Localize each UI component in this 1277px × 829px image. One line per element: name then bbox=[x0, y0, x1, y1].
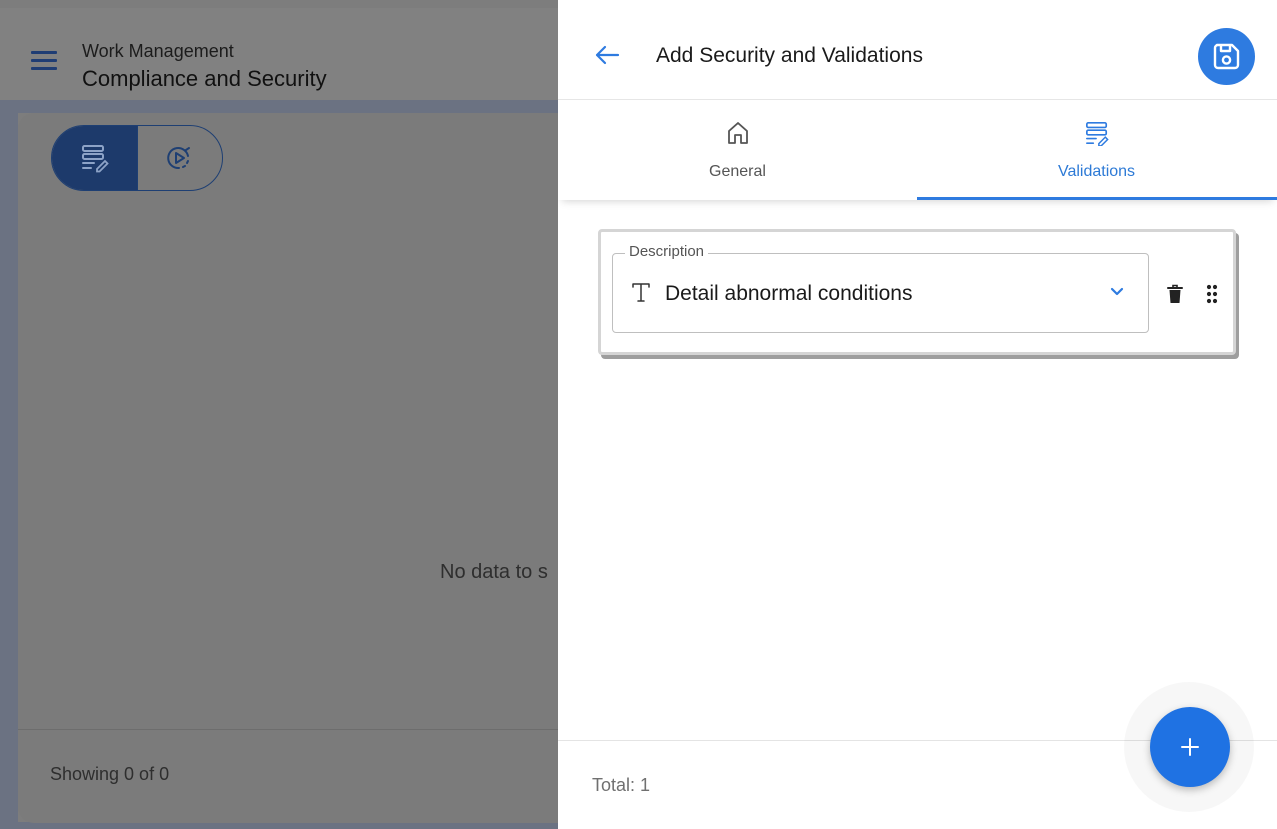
app-subtitle: Work Management bbox=[82, 41, 234, 61]
drag-handle[interactable] bbox=[1206, 284, 1218, 304]
active-tab-indicator bbox=[917, 197, 1277, 200]
tab-bar: General Validations bbox=[558, 100, 1277, 200]
plus-icon bbox=[1181, 738, 1199, 756]
add-validation-button[interactable] bbox=[1150, 707, 1230, 787]
background-frame bbox=[0, 100, 18, 829]
background-frame bbox=[0, 822, 558, 829]
drag-handle-icon bbox=[1206, 284, 1218, 304]
hamburger-menu-icon[interactable] bbox=[31, 45, 59, 71]
trash-icon bbox=[1167, 284, 1183, 303]
content-card bbox=[18, 113, 578, 823]
tab-general-label: General bbox=[709, 163, 766, 180]
total-count: Total: 1 bbox=[592, 775, 651, 795]
list-view-button[interactable] bbox=[52, 126, 137, 190]
list-edit-icon bbox=[1085, 122, 1109, 146]
save-button[interactable] bbox=[1198, 28, 1255, 85]
app-header: Work Management Compliance and Security bbox=[0, 8, 558, 100]
app-title: Compliance and Security bbox=[82, 66, 327, 91]
tab-general[interactable]: General bbox=[558, 100, 917, 200]
validation-item: Description Detail abnormal conditions bbox=[598, 229, 1236, 355]
field-label: Description bbox=[625, 243, 709, 260]
pagination-status: Showing 0 of 0 bbox=[50, 764, 170, 784]
description-select[interactable]: Description Detail abnormal conditions bbox=[612, 243, 1149, 333]
field-value: Detail abnormal conditions bbox=[665, 282, 913, 305]
background-frame bbox=[0, 100, 558, 113]
play-circle-icon bbox=[167, 147, 190, 170]
empty-state-message: No data to s bbox=[440, 561, 548, 583]
arrow-left-icon bbox=[595, 45, 620, 65]
run-view-button[interactable] bbox=[137, 126, 222, 190]
add-security-panel: Add Security and Validations General Val… bbox=[558, 0, 1277, 829]
floppy-disk-icon bbox=[1213, 43, 1240, 70]
divider bbox=[18, 729, 558, 730]
view-toggle bbox=[51, 125, 223, 191]
tab-validations-label: Validations bbox=[1057, 163, 1136, 180]
list-edit-icon bbox=[82, 145, 109, 173]
delete-button[interactable] bbox=[1167, 284, 1183, 304]
chevron-down-icon[interactable] bbox=[1110, 287, 1124, 297]
home-icon bbox=[727, 122, 748, 144]
panel-header: Add Security and Validations bbox=[558, 0, 1277, 100]
panel-title: Add Security and Validations bbox=[656, 44, 923, 67]
text-type-icon bbox=[632, 283, 650, 302]
background-app: Work Management Compliance and Security bbox=[0, 0, 578, 829]
tab-validations[interactable]: Validations bbox=[917, 100, 1276, 200]
back-button[interactable] bbox=[592, 40, 622, 70]
